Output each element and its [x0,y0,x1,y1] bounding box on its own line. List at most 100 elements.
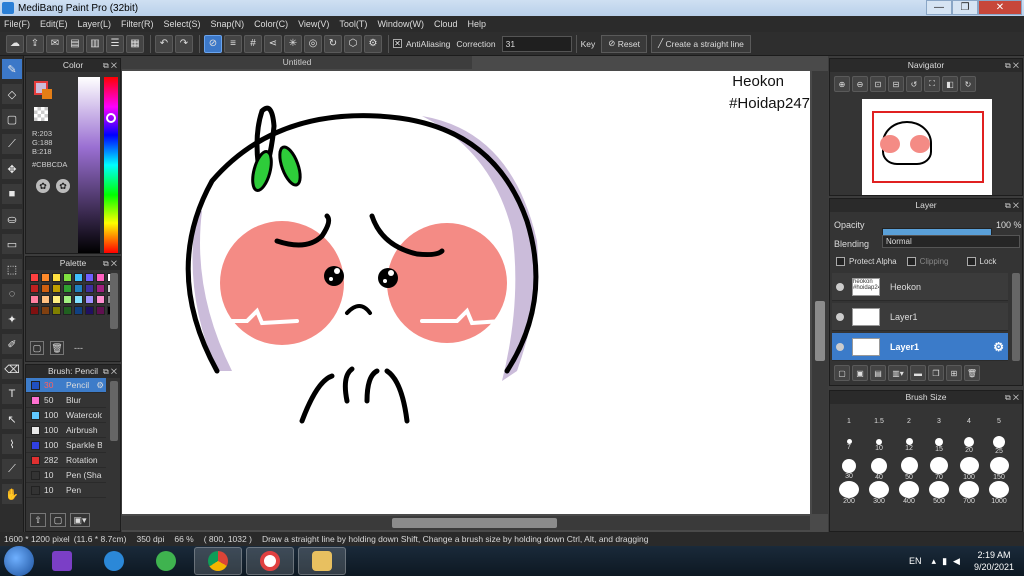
brush-size-option[interactable]: 12 [894,433,924,457]
close-button[interactable]: ✕ [978,0,1022,15]
brush-copy-icon[interactable]: ▢ [50,513,66,527]
palette-color-swatch[interactable] [96,306,105,315]
brush-size-option[interactable]: 700 [954,481,984,505]
brush-size-option[interactable]: 5 [984,409,1014,433]
brush-size-option[interactable]: 2 [894,409,924,433]
brush-size-option[interactable]: 500 [924,481,954,505]
fill-tool-icon[interactable]: ■ [2,184,22,204]
drawing-canvas[interactable]: Heokon #Hoidap247 [122,71,810,514]
zoom-out-icon[interactable]: ⊖ [852,76,868,92]
grid-icon[interactable]: ▦ [126,34,144,53]
select-pen-tool-icon[interactable]: ✐ [2,334,22,354]
brush-item[interactable]: 100 Airbrush [26,423,106,438]
no-snap-icon[interactable]: ⊘ [204,34,222,53]
taskbar-medibang-icon[interactable] [298,547,346,575]
palette-color-swatch[interactable] [30,284,39,293]
clipping-checkbox[interactable] [906,257,916,266]
palette-color-swatch[interactable] [96,284,105,293]
brush-size-option[interactable]: 200 [834,481,864,505]
dot-tool-icon[interactable]: ⟋ [2,134,22,154]
undo-icon[interactable]: ↶ [155,34,173,53]
add-brush-icon[interactable]: ⇧ [30,513,46,527]
zoom-in-icon[interactable]: ⊕ [834,76,850,92]
comment-icon[interactable]: ✉ [46,34,64,53]
palette-color-swatch[interactable] [96,295,105,304]
palette-color-swatch[interactable] [63,273,72,282]
saturation-slider[interactable] [78,77,100,253]
panel-float-close-icon[interactable]: ⧉ ✕ [103,365,117,378]
parallel-snap-icon[interactable]: ≡ [224,34,242,53]
protect-alpha-checkbox[interactable] [836,257,845,266]
visibility-eye-icon[interactable] [836,282,844,291]
operation-tool-icon[interactable]: ↖ [2,409,22,429]
menu-edit[interactable]: Edit(E) [40,19,68,29]
radial-snap-icon[interactable]: ✳ [284,34,302,53]
rotate-right-icon[interactable]: ↻ [960,76,976,92]
zoom-actual-icon[interactable]: ⊡ [870,76,886,92]
brush-size-option[interactable]: 25 [984,433,1014,457]
lock-checkbox[interactable] [966,257,976,266]
correction-select[interactable]: 31 [501,35,572,52]
palette-scrollbar[interactable] [110,273,118,329]
brush-settings-gear-icon[interactable]: ⚙ [96,380,104,391]
brush-item[interactable]: 30 Pencil ⚙ [26,378,106,393]
select-tool-icon[interactable]: ⬚ [2,259,22,279]
fullscreen-icon[interactable]: ⛶ [924,76,940,92]
brush-item[interactable]: 100 Sparkle B [26,438,106,453]
palette-color-swatch[interactable] [74,306,83,315]
new-layer-icon[interactable]: ▢ [834,365,850,381]
redo-icon[interactable]: ↷ [175,34,193,53]
menu-select[interactable]: Select(S) [164,19,201,29]
brush-size-option[interactable]: 1000 [984,481,1014,505]
visibility-eye-icon[interactable] [836,312,844,321]
blending-select[interactable]: Normal [882,235,1020,248]
visibility-eye-icon[interactable] [836,342,844,351]
new-halftone-layer-icon[interactable]: ▣ [852,365,868,381]
palette-color-swatch[interactable] [41,284,50,293]
menu-filter[interactable]: Filter(R) [121,19,154,29]
panel-float-close-icon[interactable]: ⧉ ✕ [1005,391,1019,404]
eyedropper-tool-icon[interactable]: ⌇ [2,434,22,454]
palette-color-swatch[interactable] [41,306,50,315]
palette-color-swatch[interactable] [30,295,39,304]
hue-marker[interactable] [106,113,116,123]
language-indicator[interactable]: EN [909,556,922,566]
rotate-left-icon[interactable]: ↺ [906,76,922,92]
menu-cloud[interactable]: Cloud [434,19,458,29]
color-settings-icon[interactable]: ✿ [56,179,70,193]
divide-tool-icon[interactable]: ⟋ [2,459,22,479]
brush-item[interactable]: 10 Pen [26,483,106,498]
rectangle-tool-icon[interactable]: ▢ [2,109,22,129]
hand-tool-icon[interactable]: ✋ [2,484,22,504]
volume-icon[interactable]: ◀ [953,556,960,567]
brush-size-option[interactable]: 3 [924,409,954,433]
color-wheel-icon[interactable]: ✿ [36,179,50,193]
brush-item[interactable]: 50 Blur [26,393,106,408]
layer-row-layer1[interactable]: Layer1 [832,303,1008,331]
menu-view[interactable]: View(V) [298,19,329,29]
brush-size-option[interactable]: 30 [834,457,864,481]
brush-item[interactable]: 10 Pen (Sha [26,468,106,483]
menu-layer[interactable]: Layer(L) [78,19,112,29]
settings-gear-icon[interactable]: ⚙ [364,34,382,53]
vertical-scroll-thumb[interactable] [815,301,825,361]
brush-size-option[interactable]: 100 [954,457,984,481]
brush-size-option[interactable]: 50 [894,457,924,481]
layer-menu-icon[interactable]: ▥▾ [888,365,908,381]
panel-float-close-icon[interactable]: ⧉ ✕ [103,257,117,270]
horizontal-scroll-thumb[interactable] [392,518,557,528]
brush-size-option[interactable]: 20 [954,433,984,457]
brush-size-option[interactable]: 1.5 [864,409,894,433]
delete-palette-icon[interactable]: 🗑 [50,341,64,355]
brush-tool-icon[interactable]: ✎ [2,59,22,79]
palette-color-swatch[interactable] [30,306,39,315]
brush-size-option[interactable]: 150 [984,457,1014,481]
taskbar-internet-explorer-icon[interactable] [90,547,138,575]
list-icon[interactable]: ☰ [106,34,124,53]
palette-color-swatch[interactable] [41,295,50,304]
clock[interactable]: 2:19 AM 9/20/2021 [974,549,1014,573]
taskbar-chrome-icon[interactable] [194,547,242,575]
brush-item[interactable]: 282 Rotation [26,453,106,468]
palette-color-swatch[interactable] [85,295,94,304]
reset-button[interactable]: ⊘ Reset [601,34,647,53]
